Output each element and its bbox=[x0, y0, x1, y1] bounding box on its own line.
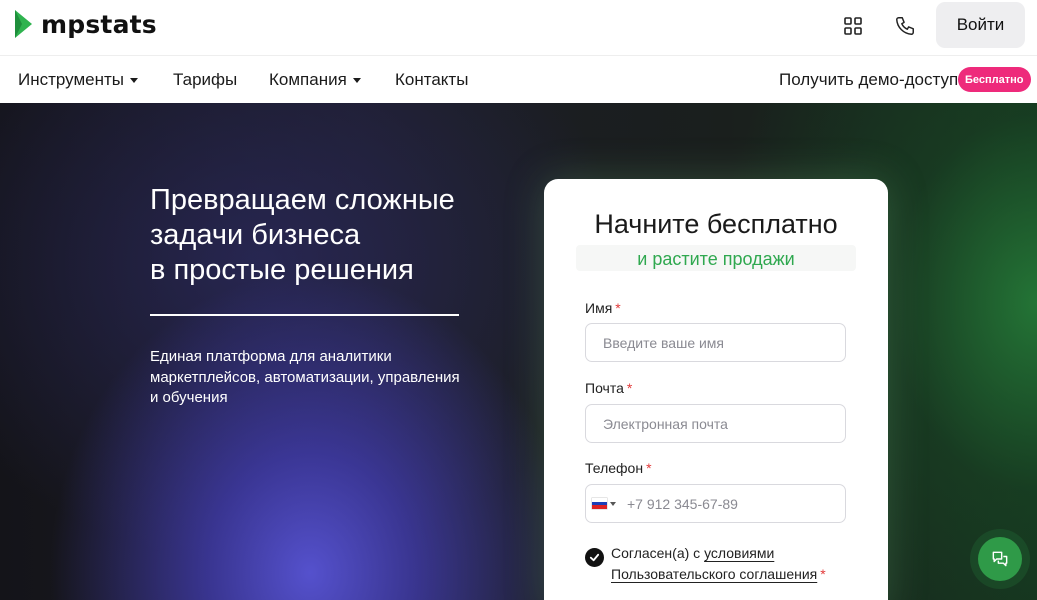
phone-label: Телефон * bbox=[585, 460, 652, 476]
nav-item-pricing[interactable]: Тарифы bbox=[173, 70, 237, 90]
name-label-text: Имя bbox=[585, 300, 613, 316]
email-label-text: Почта bbox=[585, 380, 624, 396]
caret-down-icon bbox=[130, 77, 139, 83]
nav-item-contacts[interactable]: Контакты bbox=[395, 70, 468, 90]
top-bar: mpstats Войти bbox=[0, 0, 1037, 56]
demo-access-link[interactable]: Получить демо-доступ bbox=[779, 70, 958, 90]
free-badge: Бесплатно bbox=[958, 67, 1031, 92]
hero-subtitle: Единая платформа для аналитики маркетпле… bbox=[150, 348, 460, 406]
russia-flag-icon bbox=[592, 498, 607, 510]
email-input[interactable] bbox=[585, 404, 846, 443]
main-nav: Инструменты Тарифы Компания Контакты Пол… bbox=[0, 56, 1037, 103]
required-mark: * bbox=[626, 380, 633, 396]
agree-checkbox[interactable] bbox=[585, 548, 604, 567]
phone-label-text: Телефон bbox=[585, 460, 644, 476]
country-select[interactable] bbox=[586, 485, 622, 522]
nav-item-label: Инструменты bbox=[18, 70, 125, 89]
hero-title-line: задачи бизнеса bbox=[150, 219, 361, 251]
agreement-text: Согласен(а) с условиями Пользовательског… bbox=[611, 543, 841, 585]
required-mark: * bbox=[615, 300, 621, 316]
email-label: Почта * bbox=[585, 380, 632, 396]
form-subtitle: и растите продажи bbox=[637, 249, 795, 269]
login-button[interactable]: Войти bbox=[936, 2, 1025, 48]
hero-title: Превращаем сложные задачи бизнеса в прос… bbox=[150, 183, 510, 288]
name-label: Имя * bbox=[585, 300, 621, 316]
required-mark: * bbox=[820, 566, 826, 582]
caret-down-icon bbox=[352, 77, 361, 83]
check-icon bbox=[589, 553, 600, 562]
hero-section: Превращаем сложные задачи бизнеса в прос… bbox=[0, 103, 1037, 600]
nav-item-label: Тарифы bbox=[173, 70, 238, 89]
hero-divider bbox=[150, 314, 459, 316]
form-title: Начните бесплатно bbox=[594, 209, 838, 239]
signup-form-card: Начните бесплатно и растите продажи Имя *… bbox=[544, 179, 888, 600]
nav-item-label: Контакты bbox=[395, 70, 469, 89]
logo[interactable]: mpstats bbox=[12, 8, 157, 40]
nav-item-company[interactable]: Компания bbox=[269, 70, 361, 90]
nav-item-tools[interactable]: Инструменты bbox=[18, 70, 139, 90]
hero-title-line: в простые решения bbox=[150, 254, 414, 286]
caret-down-icon bbox=[610, 501, 616, 506]
phone-field bbox=[585, 484, 846, 523]
phone-icon[interactable] bbox=[891, 12, 919, 40]
chat-icon bbox=[992, 551, 1008, 567]
name-input[interactable] bbox=[585, 323, 846, 362]
chat-button[interactable] bbox=[978, 537, 1022, 581]
agreement-prefix: Согласен(а) с bbox=[611, 545, 701, 561]
required-mark: * bbox=[646, 460, 652, 476]
hero-title-line: Превращаем сложные bbox=[150, 184, 455, 216]
nav-item-label: Компания bbox=[269, 70, 347, 89]
logo-text: mpstats bbox=[41, 9, 157, 39]
logo-icon bbox=[15, 10, 32, 38]
apps-grid-icon[interactable] bbox=[839, 12, 867, 40]
phone-input[interactable] bbox=[623, 485, 843, 522]
